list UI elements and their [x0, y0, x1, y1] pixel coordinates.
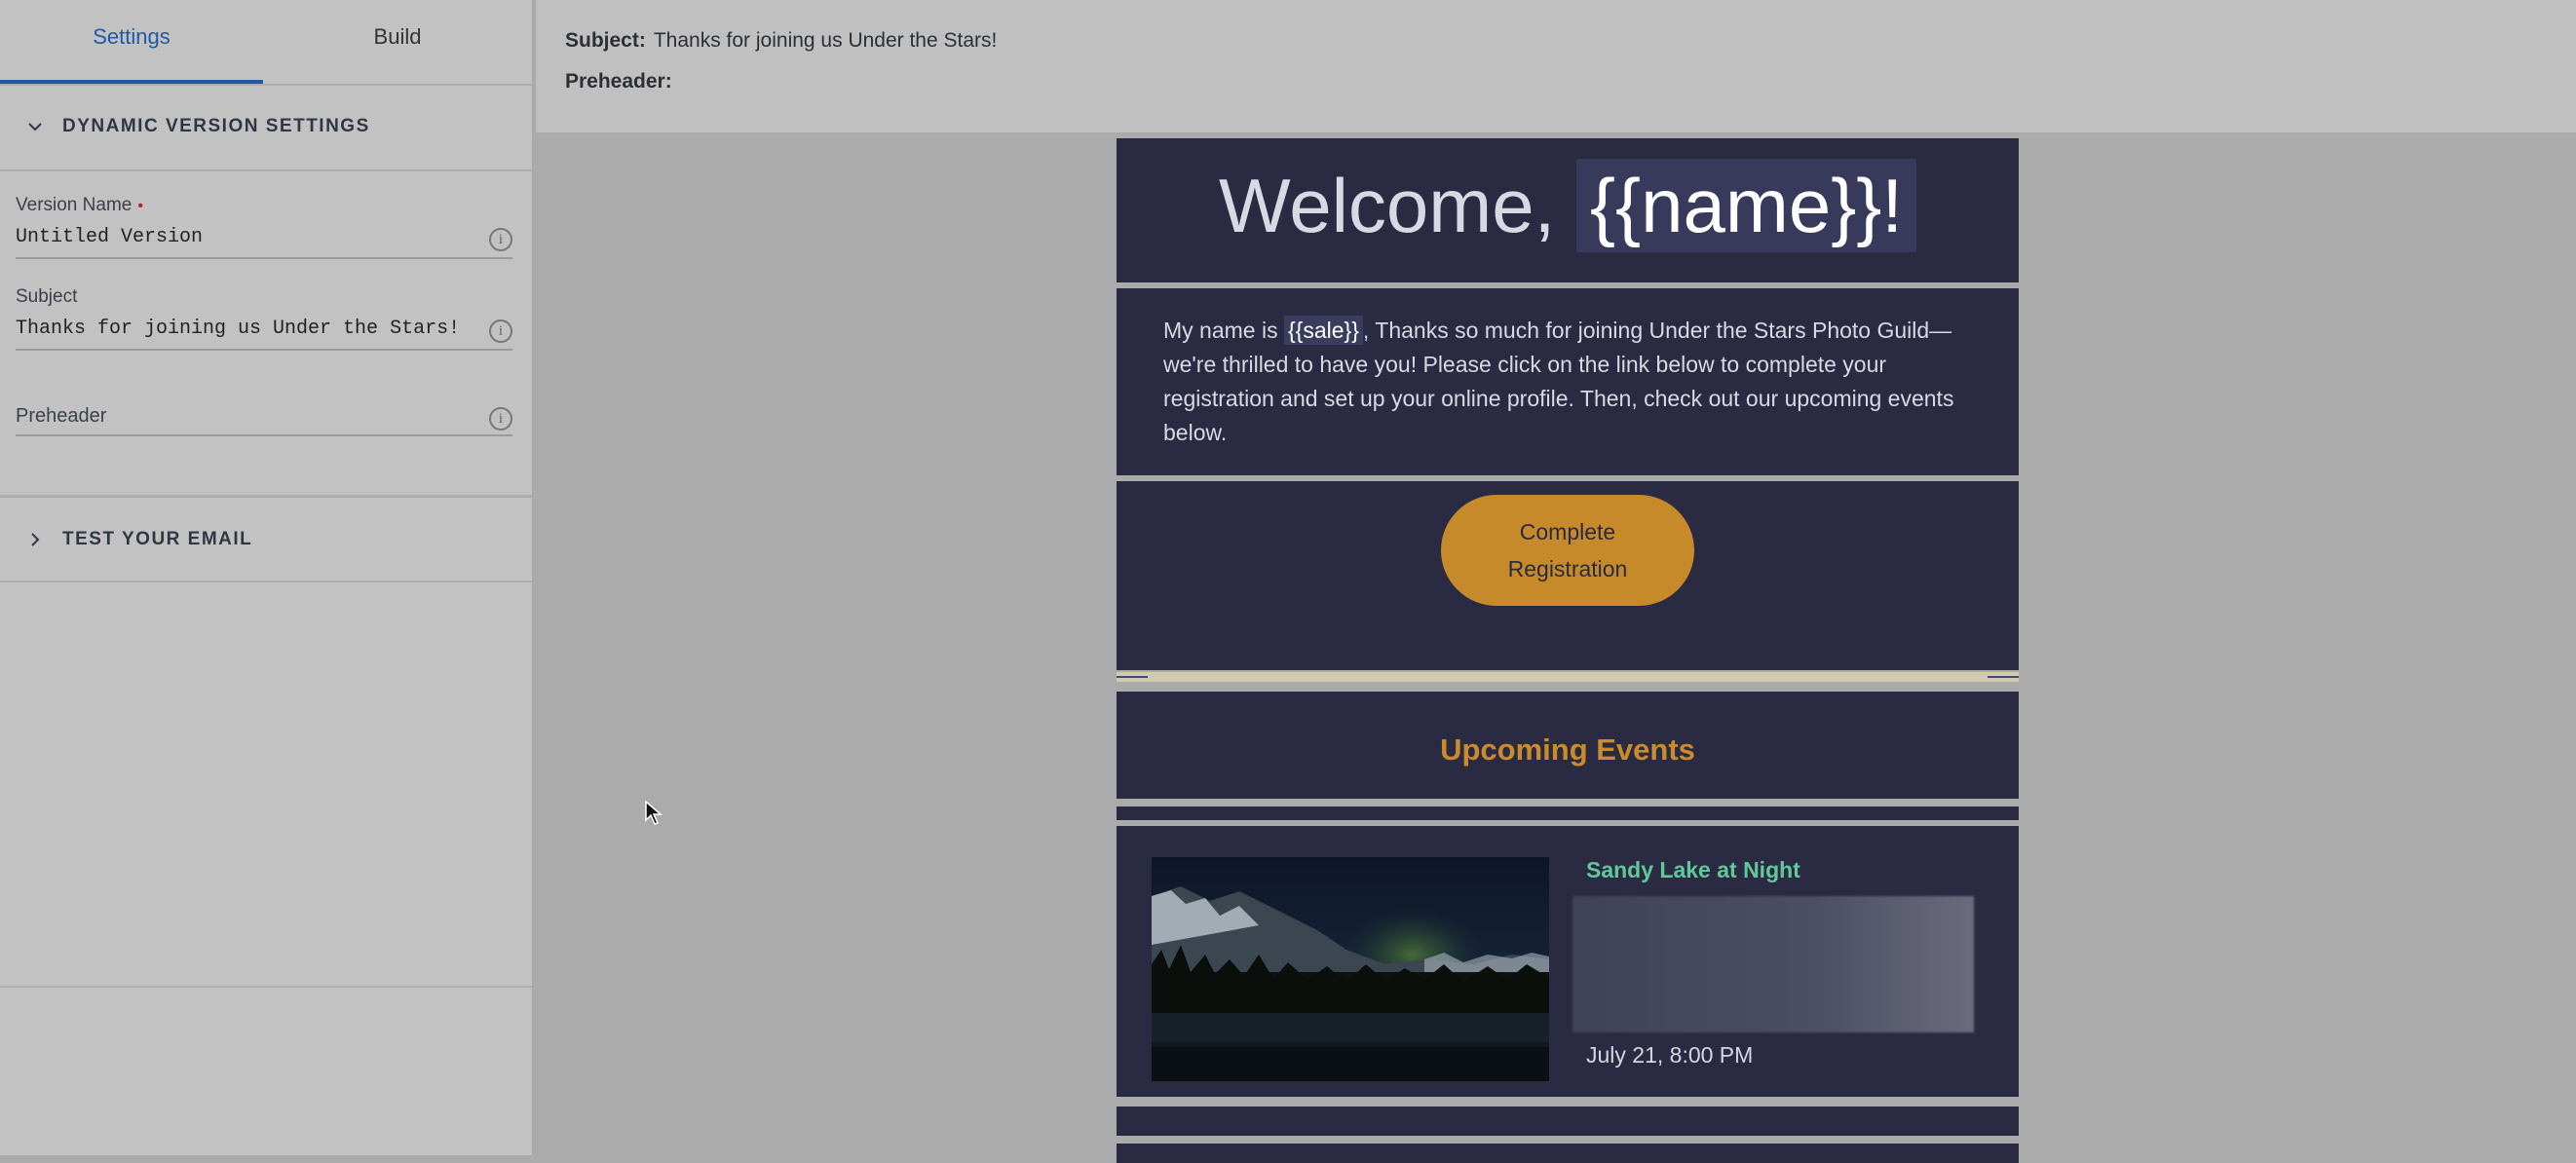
section-title: DYNAMIC VERSION SETTINGS [62, 116, 370, 136]
cta-line-1: Complete [1519, 519, 1616, 544]
welcome-heading: Welcome, {{name}}! [1117, 159, 2019, 252]
event-title: Sandy Lake at Night [1586, 857, 1800, 882]
version-name-input[interactable]: Untitled Version [16, 224, 512, 259]
welcome-block[interactable]: Welcome, {{name}}! [1117, 138, 2019, 282]
subject-label: Subject [16, 286, 78, 307]
test-your-email-toggle[interactable]: TEST YOUR EMAIL [0, 495, 532, 582]
preheader-input[interactable]: Preheader [16, 405, 512, 436]
tab-settings[interactable]: Settings [0, 0, 263, 84]
required-marker: • [137, 198, 143, 214]
info-icon[interactable]: i [489, 407, 512, 431]
dynamic-version-settings-toggle[interactable]: DYNAMIC VERSION SETTINGS [0, 84, 532, 171]
version-name-field: Version Name • Untitled Version i [16, 195, 512, 259]
event-date: July 21, 8:00 PM [1586, 1042, 1754, 1068]
event-description-placeholder [1572, 896, 1974, 1032]
subject-input[interactable]: Thanks for joining us Under the Stars! [16, 316, 512, 351]
complete-registration-button[interactable]: Complete Registration [1441, 495, 1694, 606]
intro-text: My name is {{sale}}, Thanks so much for … [1163, 314, 1960, 450]
spacer-block[interactable] [1117, 807, 2019, 820]
tab-build[interactable]: Build [266, 0, 529, 84]
next-block[interactable] [1117, 1144, 2019, 1163]
version-name-label: Version Name [16, 195, 133, 215]
settings-panel: Settings Build DYNAMIC VERSION SETTINGS … [0, 0, 534, 1155]
subject-label: Subject: [565, 29, 646, 52]
intro-block[interactable]: My name is {{sale}}, Thanks so much for … [1117, 288, 2019, 475]
welcome-text: Welcome, [1219, 163, 1556, 248]
chevron-right-icon [31, 532, 40, 546]
preheader-label: Preheader: [565, 70, 672, 93]
upcoming-events-block[interactable]: Upcoming Events [1117, 692, 2019, 799]
sale-merge-tag: {{sale}} [1283, 316, 1363, 345]
preheader-line: Preheader: [565, 70, 680, 94]
chevron-down-icon [28, 123, 42, 131]
divider-block[interactable] [1117, 672, 2019, 682]
info-icon[interactable]: i [489, 319, 512, 343]
intro-rest: , Thanks so much for joining Under the S… [1163, 318, 1954, 445]
event-photo [1152, 857, 1549, 1081]
intro-start: My name is [1163, 318, 1278, 343]
subject-value: Thanks for joining us Under the Stars! [653, 29, 998, 52]
cta-line-2: Registration [1507, 556, 1628, 582]
upcoming-events-title: Upcoming Events [1440, 732, 1695, 767]
subject-line: Subject: Thanks for joining us Under the … [565, 29, 997, 53]
preheader-field: Preheader i [16, 405, 512, 436]
panel-tabs: Settings Build [0, 0, 532, 86]
preview-header: Subject: Thanks for joining us Under the … [536, 0, 2576, 134]
section-title: TEST YOUR EMAIL [62, 528, 253, 549]
info-icon[interactable]: i [489, 228, 512, 251]
spacer-block[interactable] [1117, 1107, 2019, 1136]
subject-field: Subject Thanks for joining us Under the … [16, 286, 512, 351]
event-block[interactable]: Sandy Lake at Night July 21, 8:00 PM [1117, 826, 2019, 1097]
name-merge-tag: {{name}}! [1576, 159, 1916, 252]
mouse-cursor-icon [645, 801, 663, 825]
divider [0, 986, 532, 988]
cta-block[interactable]: Complete Registration [1117, 481, 2019, 670]
